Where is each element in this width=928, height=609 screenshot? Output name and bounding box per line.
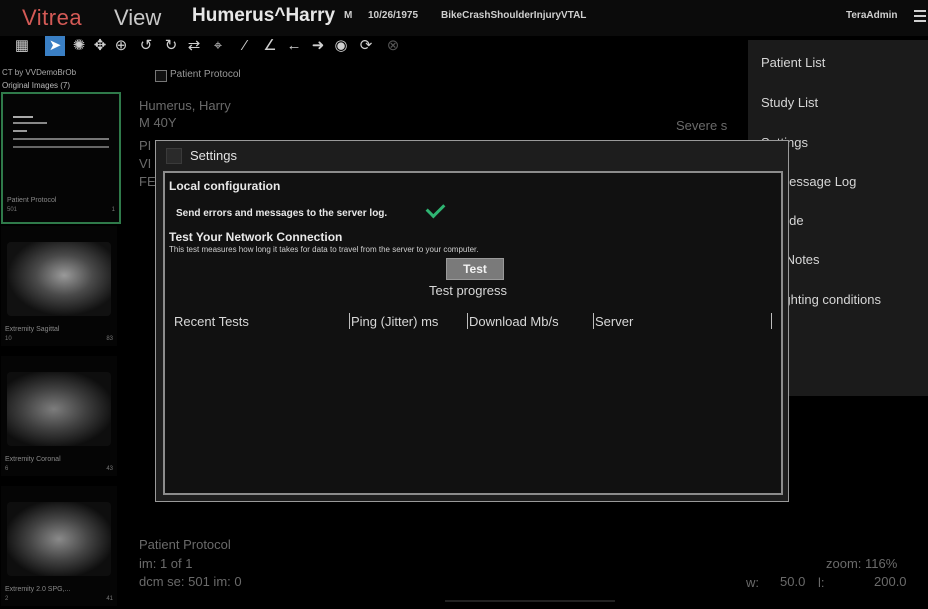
zoom-icon[interactable]: ⊕ [111, 36, 131, 56]
thumbnail-extremity-spg[interactable]: Extremity 2.0 SPG,... 2 41 [1, 486, 117, 606]
logo-brand: Vitrea [22, 5, 83, 30]
thumbnail-count: 43 [106, 466, 113, 472]
patient-protocol-label: Patient Protocol [170, 69, 241, 80]
thumbnail-extremity-coronal[interactable]: Extremity Coronal 6 43 [1, 356, 117, 476]
thumbnail-series: 6 [5, 466, 9, 472]
column-divider[interactable] [771, 313, 772, 329]
test-progress-label: Test progress [429, 283, 508, 298]
patient-protocol-checkbox[interactable] [155, 70, 167, 82]
menu-item-patient-list[interactable]: Patient List [761, 55, 825, 70]
network-test-description: This test measures how long it takes for… [169, 245, 479, 254]
viewer-level-value: 200.0 [874, 574, 907, 589]
thumbnail-count: 1 [111, 207, 115, 213]
menu-item-study-list[interactable]: Study List [761, 95, 818, 110]
thumbnail-label: Patient Protocol [7, 197, 57, 204]
viewer-patient-age: M 40Y [139, 115, 177, 130]
line-measure-icon[interactable]: ⁄ [235, 36, 255, 56]
viewer-scrollbar[interactable] [445, 600, 615, 602]
viewer-dcm: dcm se: 501 im: 0 [139, 574, 242, 589]
protocol-preview [9, 112, 113, 182]
settings-dialog-icon [166, 148, 182, 164]
coronal-preview [7, 372, 111, 446]
viewer-line-3: PI [139, 138, 152, 153]
sagittal-preview [7, 242, 111, 316]
settings-dialog-title: Settings [190, 148, 237, 163]
logo-product: View [114, 5, 162, 30]
pan-icon[interactable]: ✥ [90, 36, 110, 56]
settings-content: Local configuration Send errors and mess… [163, 171, 783, 495]
thumbnail-series: 501 [7, 207, 18, 213]
column-divider[interactable] [349, 313, 350, 329]
arrow-left-icon[interactable]: ← [284, 36, 304, 56]
study-info: CT by VVDemoBrOb [2, 68, 77, 77]
viewer-line-5: FE [139, 174, 156, 189]
original-images-label[interactable]: Original Images (7) [2, 81, 70, 90]
column-divider[interactable] [467, 313, 468, 329]
column-server: Server [595, 314, 634, 329]
send-errors-label: Send errors and messages to the server l… [176, 208, 388, 219]
pointer-icon[interactable]: ➤ [45, 36, 65, 56]
thumbnail-patient-protocol[interactable]: Patient Protocol 501 1 [1, 92, 121, 224]
viewer-patient-name: Humerus, Harry [139, 98, 231, 113]
layout-icon[interactable]: ▦ [12, 36, 32, 56]
spg-preview [7, 502, 111, 576]
rotate-left-icon[interactable]: ↺ [136, 36, 156, 56]
patient-dob: 10/26/1975 [368, 10, 419, 21]
crosshair-icon[interactable]: ⌖ [208, 36, 228, 56]
viewer-line-4: VI [139, 156, 152, 171]
column-download: Download Mb/s [469, 314, 559, 329]
study-description: BikeCrashShoulderInjuryVTAL [441, 10, 587, 21]
viewer-zoom: zoom: 116% [826, 556, 898, 571]
column-ping: Ping (Jitter) ms [351, 314, 439, 329]
thumbnail-series: 2 [5, 596, 9, 602]
thumbnail-count: 41 [106, 596, 113, 602]
column-recent-tests: Recent Tests [174, 314, 249, 329]
test-button[interactable]: Test [446, 258, 504, 280]
user-name[interactable]: TeraAdmin [846, 10, 898, 21]
thumbnail-label: Extremity Sagittal [5, 326, 60, 333]
thumbnail-label: Extremity Coronal [5, 456, 61, 463]
viewer-window-value: 50.0 [780, 574, 806, 589]
viewer-protocol: Patient Protocol [139, 537, 231, 552]
arrow-right-icon[interactable]: ➜ [308, 36, 328, 56]
settings-dialog: Settings Local configuration Send errors… [155, 140, 789, 502]
patient-sex: M [344, 10, 353, 21]
thumbnail-count: 83 [106, 336, 113, 342]
hamburger-menu-icon[interactable] [914, 10, 926, 22]
eye-icon[interactable]: ◉ [331, 36, 351, 56]
network-test-heading: Test Your Network Connection [169, 230, 343, 244]
send-errors-checkmark-icon[interactable] [425, 198, 446, 219]
viewer-image-index: im: 1 of 1 [139, 556, 193, 571]
close-icon[interactable]: ⊗ [383, 36, 403, 56]
column-divider[interactable] [593, 313, 594, 329]
thumbnail-extremity-sagittal[interactable]: Extremity Sagittal 10 83 [1, 226, 117, 346]
refresh-icon[interactable]: ⟳ [356, 36, 376, 56]
rotate-right-icon[interactable]: ↻ [161, 36, 181, 56]
patient-name: Humerus^Harry [192, 5, 336, 26]
thumbnail-series: 10 [5, 336, 12, 342]
thumbnail-label: Extremity 2.0 SPG,... [5, 586, 71, 593]
flip-icon[interactable]: ⇄ [184, 36, 204, 56]
viewer-level-label: l: [818, 575, 825, 590]
local-config-heading: Local configuration [169, 179, 281, 193]
angle-measure-icon[interactable]: ∠ [260, 36, 280, 56]
viewer-window-label: w: [746, 575, 759, 590]
window-level-icon[interactable]: ✺ [69, 36, 89, 56]
viewer-finding: Severe s [676, 118, 728, 133]
